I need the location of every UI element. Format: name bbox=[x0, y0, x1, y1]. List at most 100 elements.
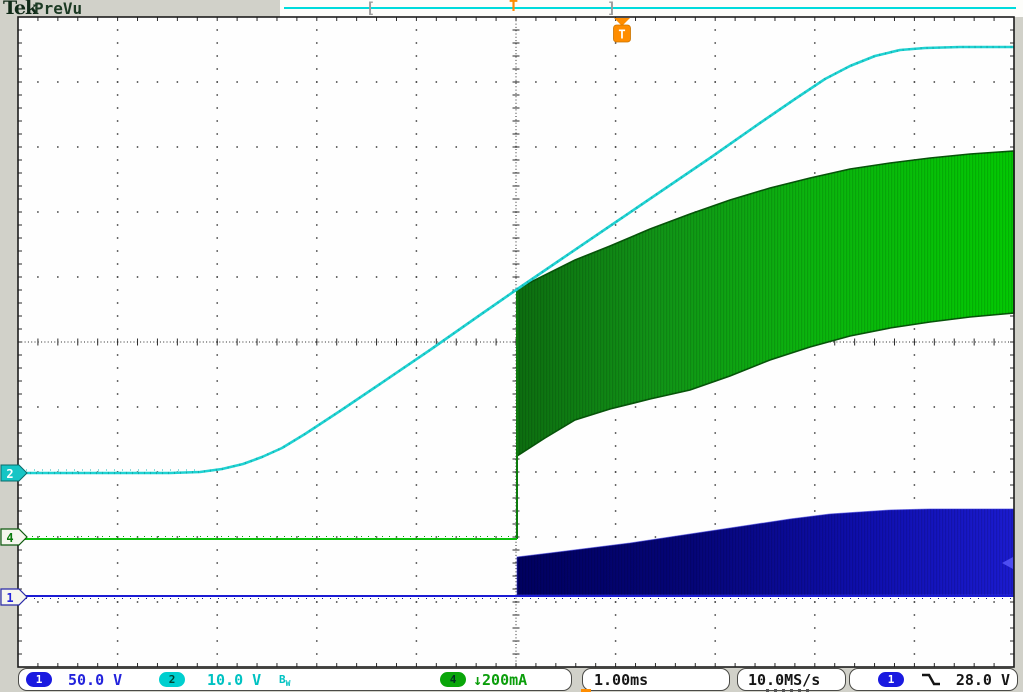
grid-dot bbox=[495, 211, 497, 213]
grid-dot bbox=[117, 198, 119, 200]
grid-dot bbox=[714, 198, 716, 200]
grid-dot bbox=[336, 406, 338, 408]
grid-dot bbox=[117, 302, 119, 304]
grid-dot bbox=[674, 471, 676, 473]
grid-dot bbox=[316, 393, 318, 395]
grid-dot bbox=[416, 549, 418, 551]
grid-dot bbox=[216, 68, 218, 70]
grid-dot bbox=[914, 68, 916, 70]
grid-dot bbox=[416, 42, 418, 44]
record-trigger-position-icon[interactable]: T bbox=[509, 0, 518, 15]
grid-dot bbox=[814, 614, 816, 616]
grid-dot bbox=[216, 42, 218, 44]
grid-dot bbox=[176, 601, 178, 603]
grid-dot bbox=[953, 471, 955, 473]
grid-dot bbox=[376, 276, 378, 278]
grid-dot bbox=[635, 81, 637, 83]
ch2-badge: 2 bbox=[159, 672, 185, 687]
grid-dot bbox=[714, 107, 716, 109]
grid-dot bbox=[216, 601, 218, 603]
grid-dot bbox=[316, 484, 318, 486]
grid-dot bbox=[814, 640, 816, 642]
grid-dot bbox=[814, 458, 816, 460]
grid-dot bbox=[973, 601, 975, 603]
grid-dot bbox=[117, 211, 119, 213]
grid-dot bbox=[336, 471, 338, 473]
grid-dot bbox=[435, 471, 437, 473]
grid-dot bbox=[894, 81, 896, 83]
grid-dot bbox=[933, 406, 935, 408]
grid-dot bbox=[416, 68, 418, 70]
grid-dot bbox=[914, 380, 916, 382]
grid-dot bbox=[595, 211, 597, 213]
grid-dot bbox=[97, 536, 99, 538]
grid-dot bbox=[356, 146, 358, 148]
grid-dot bbox=[714, 523, 716, 525]
grid-dot bbox=[336, 601, 338, 603]
grid-dot bbox=[316, 406, 318, 408]
grid-dot bbox=[216, 133, 218, 135]
grid-dot bbox=[236, 406, 238, 408]
ch4-flag-number: 4 bbox=[6, 531, 13, 545]
grid-dot bbox=[914, 107, 916, 109]
grid-dot bbox=[555, 211, 557, 213]
grid-dot bbox=[615, 55, 617, 57]
grid-dot bbox=[455, 536, 457, 538]
grid-dot bbox=[814, 601, 816, 603]
grid-dot bbox=[356, 276, 358, 278]
grid-dot bbox=[714, 510, 716, 512]
grid-dot bbox=[356, 601, 358, 603]
grid-dot bbox=[575, 471, 577, 473]
grid-dot bbox=[834, 81, 836, 83]
grid-dot bbox=[455, 406, 457, 408]
grid-dot bbox=[37, 211, 39, 213]
grid-dot bbox=[615, 68, 617, 70]
grid-dot bbox=[894, 601, 896, 603]
ch1-scale-readout: 50.0 V bbox=[68, 671, 122, 689]
grid-dot bbox=[117, 627, 119, 629]
grid-dot bbox=[336, 146, 338, 148]
grid-dot bbox=[814, 627, 816, 629]
grid-dot bbox=[57, 81, 59, 83]
grid-dot bbox=[216, 302, 218, 304]
grid-dot bbox=[435, 601, 437, 603]
grid-dot bbox=[435, 146, 437, 148]
grid-dot bbox=[216, 627, 218, 629]
grid-dot bbox=[316, 380, 318, 382]
grid-dot bbox=[914, 640, 916, 642]
grid-dot bbox=[475, 406, 477, 408]
grid-dot bbox=[714, 458, 716, 460]
grid-dot bbox=[416, 289, 418, 291]
grid-dot bbox=[137, 211, 139, 213]
grid-dot bbox=[117, 445, 119, 447]
grid-dot bbox=[814, 419, 816, 421]
grid-dot bbox=[416, 55, 418, 57]
grid-dot bbox=[316, 302, 318, 304]
grid-dot bbox=[216, 354, 218, 356]
grid-dot bbox=[117, 393, 119, 395]
grid-dot bbox=[814, 653, 816, 655]
grid-dot bbox=[814, 432, 816, 434]
grid-dot bbox=[97, 276, 99, 278]
grid-dot bbox=[316, 575, 318, 577]
grid-dot bbox=[117, 276, 119, 278]
grid-dot bbox=[834, 471, 836, 473]
grid-dot bbox=[236, 146, 238, 148]
grid-dot bbox=[714, 68, 716, 70]
grid-dot bbox=[396, 601, 398, 603]
grid-dot bbox=[256, 471, 258, 473]
record-window-left-bracket[interactable]: [ bbox=[366, 0, 375, 17]
grid-dot bbox=[435, 81, 437, 83]
grid-dot bbox=[276, 601, 278, 603]
grid-dot bbox=[416, 250, 418, 252]
grid-dot bbox=[216, 159, 218, 161]
grid-dot bbox=[376, 406, 378, 408]
record-window-right-bracket[interactable]: ] bbox=[607, 0, 616, 17]
grid-dot bbox=[535, 536, 537, 538]
grid-dot bbox=[615, 237, 617, 239]
grid-dot bbox=[216, 276, 218, 278]
grid-dot bbox=[117, 263, 119, 265]
ch4-scale-readout: ↓200mA bbox=[473, 671, 527, 689]
grid-dot bbox=[814, 445, 816, 447]
grid-dot bbox=[814, 42, 816, 44]
